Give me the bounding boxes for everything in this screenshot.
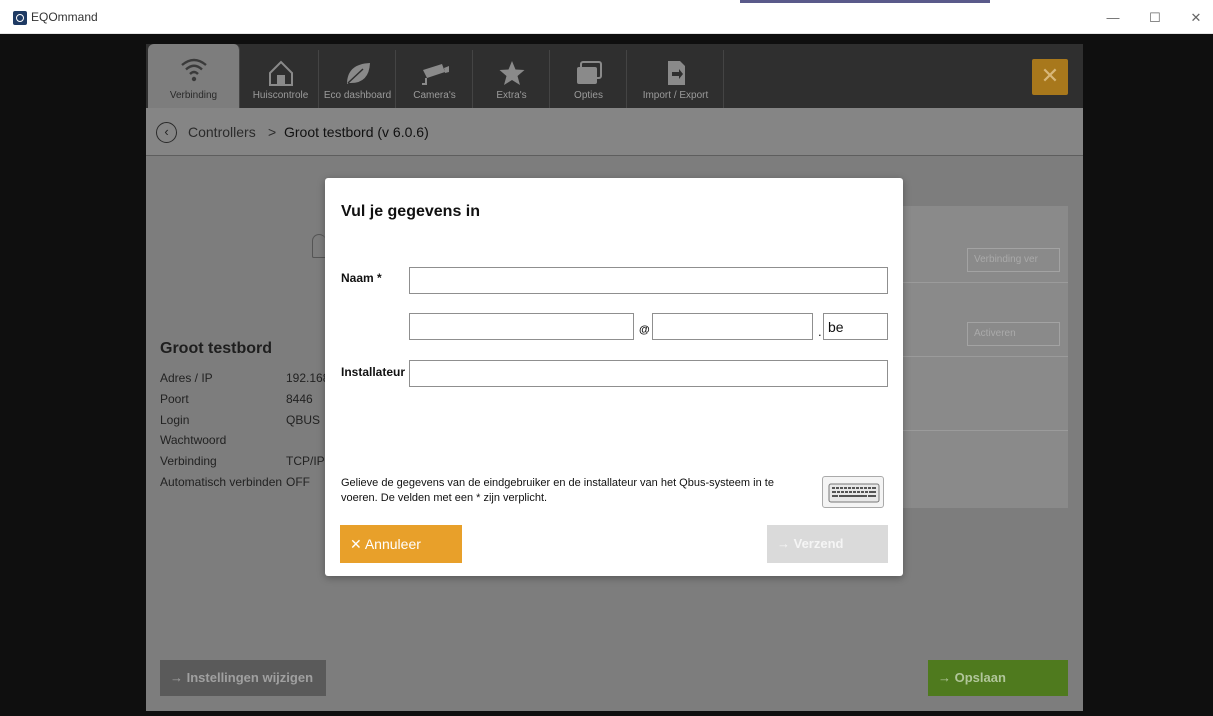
maximize-button[interactable]: ☐ xyxy=(1140,8,1170,28)
info-label: Verbinding xyxy=(160,454,217,468)
close-window-button[interactable]: ✕ xyxy=(1181,8,1211,28)
email-tld-input[interactable] xyxy=(823,313,888,340)
connect-button[interactable]: Verbinding ver xyxy=(967,248,1060,272)
name-input[interactable] xyxy=(409,267,888,294)
installer-input[interactable] xyxy=(409,360,888,387)
tab-huiscontrole[interactable]: Huiscontrole xyxy=(243,50,319,108)
email-domain-input[interactable] xyxy=(652,313,813,340)
star-icon xyxy=(499,61,524,85)
minimize-button[interactable]: — xyxy=(1098,8,1128,28)
tab-extras[interactable]: Extra's xyxy=(474,50,550,108)
tab-label: Extra's xyxy=(496,90,527,101)
windows-icon xyxy=(576,61,602,84)
close-panel-button[interactable]: ✕ xyxy=(1032,59,1068,95)
leaf-icon xyxy=(346,63,370,84)
info-value: 8446 xyxy=(286,392,313,406)
send-button[interactable]: → Verzend xyxy=(767,525,888,563)
controller-image xyxy=(312,234,326,258)
controller-title: Groot testbord xyxy=(160,340,272,357)
dialog-hint-text: Gelieve de gegevens van de eindgebruiker… xyxy=(341,477,774,504)
tab-cameras[interactable]: Camera's xyxy=(397,50,473,108)
tab-label: Verbinding xyxy=(169,90,218,101)
connection-actions-panel: Verbinding ver Activeren xyxy=(903,206,1068,508)
installer-label: Installateur xyxy=(341,365,406,379)
user-details-dialog: Vul je gegevens in Naam * @ . Installate… xyxy=(325,178,903,576)
tab-verbinding[interactable]: Verbinding xyxy=(148,44,240,108)
tab-label: Camera's xyxy=(413,90,456,101)
dot-symbol: . xyxy=(818,324,822,339)
tab-label: Opties xyxy=(574,90,603,101)
breadcrumb: ‹ Controllers > Groot testbord (v 6.0.6) xyxy=(146,108,1083,156)
name-label: Naam * xyxy=(341,271,382,285)
import-export-icon xyxy=(667,61,685,85)
email-user-input[interactable] xyxy=(409,313,634,340)
panel-divider xyxy=(903,282,1068,283)
tab-eco-dashboard[interactable]: Eco dashboard xyxy=(320,50,396,108)
back-button[interactable]: ‹ xyxy=(156,122,177,143)
window-titlebar: EQOmmand — ☐ ✕ xyxy=(0,0,1213,34)
change-settings-button[interactable]: → Instellingen wijzigen xyxy=(160,660,326,696)
tab-opties[interactable]: Opties xyxy=(551,50,627,108)
save-button[interactable]: → Opslaan xyxy=(928,660,1068,696)
info-value: OFF xyxy=(286,475,310,489)
tab-label: Import / Export xyxy=(642,90,709,101)
info-label: Wachtwoord xyxy=(160,433,227,447)
panel-divider xyxy=(903,356,1068,357)
info-label: Automatisch verbinden xyxy=(160,475,283,489)
home-icon xyxy=(268,60,293,86)
keyboard-button[interactable] xyxy=(822,476,884,508)
tab-label: Eco dashboard xyxy=(323,90,392,101)
app-logo-icon xyxy=(13,11,27,25)
breadcrumb-current: Groot testbord (v 6.0.6) xyxy=(284,124,429,140)
info-value: TCP/IP xyxy=(286,454,325,468)
breadcrumb-controllers-link[interactable]: Controllers xyxy=(188,124,256,140)
keyboard-icon xyxy=(828,483,880,503)
info-label: Poort xyxy=(160,392,189,406)
info-label: Adres / IP xyxy=(160,371,213,385)
info-label: Login xyxy=(160,413,190,427)
breadcrumb-separator: > xyxy=(268,124,277,140)
tab-label: Huiscontrole xyxy=(252,90,309,101)
activate-button[interactable]: Activeren xyxy=(967,322,1060,346)
camera-icon xyxy=(421,64,449,85)
at-symbol: @ xyxy=(639,324,650,336)
cancel-button[interactable]: ✕ Annuleer xyxy=(340,525,462,563)
tab-import-export[interactable]: Import / Export xyxy=(628,50,724,108)
info-value: QBUS xyxy=(286,413,321,427)
titlebar-accent xyxy=(740,0,990,3)
panel-divider xyxy=(903,430,1068,431)
dialog-title: Vul je gegevens in xyxy=(341,203,481,220)
main-tabbar: Verbinding Huiscontrole Eco dashboard Ca… xyxy=(146,44,1083,108)
wifi-icon xyxy=(180,58,207,82)
window-title: EQOmmand xyxy=(31,10,98,24)
